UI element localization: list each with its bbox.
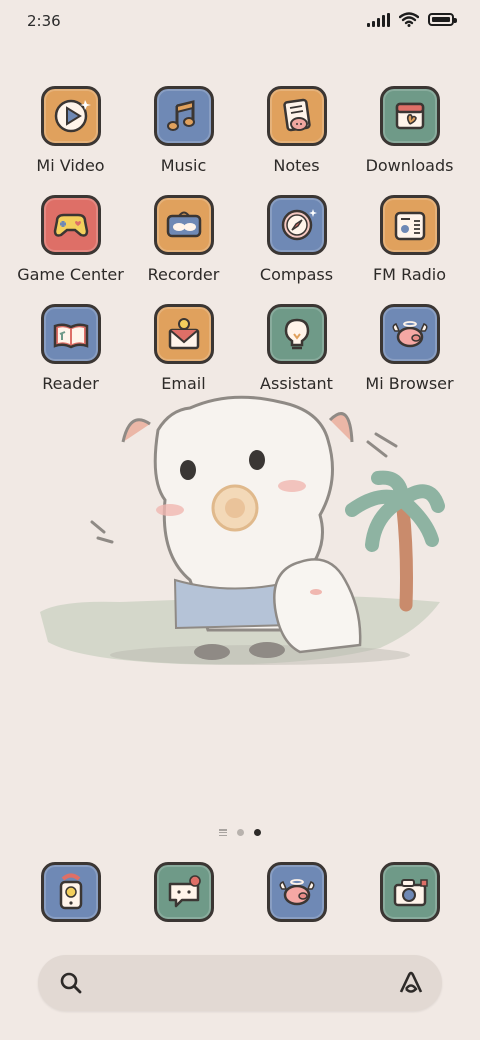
status-time: 2:36: [27, 12, 61, 30]
app-label: Mi Video: [36, 156, 105, 175]
app-label: FM Radio: [372, 265, 447, 284]
signal-icon: [367, 12, 390, 27]
app-notes[interactable]: Notes: [240, 86, 353, 177]
page-dot-active: [254, 829, 261, 836]
phone-icon: [59, 873, 82, 910]
search-icon[interactable]: [58, 970, 84, 996]
dock-app-phone[interactable]: [14, 862, 127, 922]
radio-icon: [394, 211, 425, 241]
app-label: Downloads: [365, 156, 454, 175]
app-label: Recorder: [147, 265, 220, 284]
app-mi-browser[interactable]: Mi Browser: [353, 304, 466, 395]
app-fm-radio[interactable]: FM Radio: [353, 195, 466, 286]
flying-pig-icon: [392, 321, 427, 348]
app-label: Music: [160, 156, 207, 175]
app-mi-video[interactable]: Mi Video: [14, 86, 127, 177]
app-email[interactable]: Email: [127, 304, 240, 395]
app-label: Reader: [42, 374, 99, 393]
app-label: Email: [161, 374, 206, 393]
app-reader[interactable]: Reader: [14, 304, 127, 395]
app-compass[interactable]: Compass: [240, 195, 353, 286]
message-bubble-icon: [168, 875, 201, 908]
assistant-a-icon[interactable]: [397, 969, 425, 997]
flying-pig-icon: [279, 879, 314, 906]
app-label: Game Center: [17, 265, 124, 284]
app-downloads[interactable]: Downloads: [353, 86, 466, 177]
camera-icon: [393, 879, 428, 907]
app-game-center[interactable]: Game Center: [14, 195, 127, 286]
dock-app-browser[interactable]: [240, 862, 353, 922]
battery-icon: [428, 13, 457, 26]
page-indicator[interactable]: [0, 829, 480, 836]
dock-app-messages[interactable]: [127, 862, 240, 922]
cassette-icon: [166, 211, 201, 238]
compass-icon: [281, 209, 317, 241]
download-box-icon: [395, 102, 424, 130]
app-label: Notes: [273, 156, 320, 175]
music-note-icon: [166, 100, 195, 131]
app-label: Mi Browser: [365, 374, 454, 393]
search-bar[interactable]: [38, 955, 442, 1011]
app-label: Compass: [259, 265, 334, 284]
gamepad-icon: [53, 213, 88, 237]
play-icon: [54, 99, 91, 133]
app-music[interactable]: Music: [127, 86, 240, 177]
notes-icon: [282, 98, 311, 132]
app-recorder[interactable]: Recorder: [127, 195, 240, 286]
minus-one-page-icon: [219, 829, 227, 836]
wifi-icon: [399, 12, 419, 27]
app-label: Assistant: [260, 374, 333, 393]
book-icon: [53, 323, 88, 349]
page-dot: [237, 829, 244, 836]
app-grid: Mi Video Music Notes Downloads Game Cent…: [14, 86, 466, 395]
status-bar: 2:36: [0, 0, 480, 42]
dock-app-camera[interactable]: [353, 862, 466, 922]
lightbulb-icon: [284, 318, 309, 350]
envelope-icon: [168, 318, 199, 350]
app-assistant[interactable]: Assistant: [240, 304, 353, 395]
dock: [14, 862, 466, 922]
